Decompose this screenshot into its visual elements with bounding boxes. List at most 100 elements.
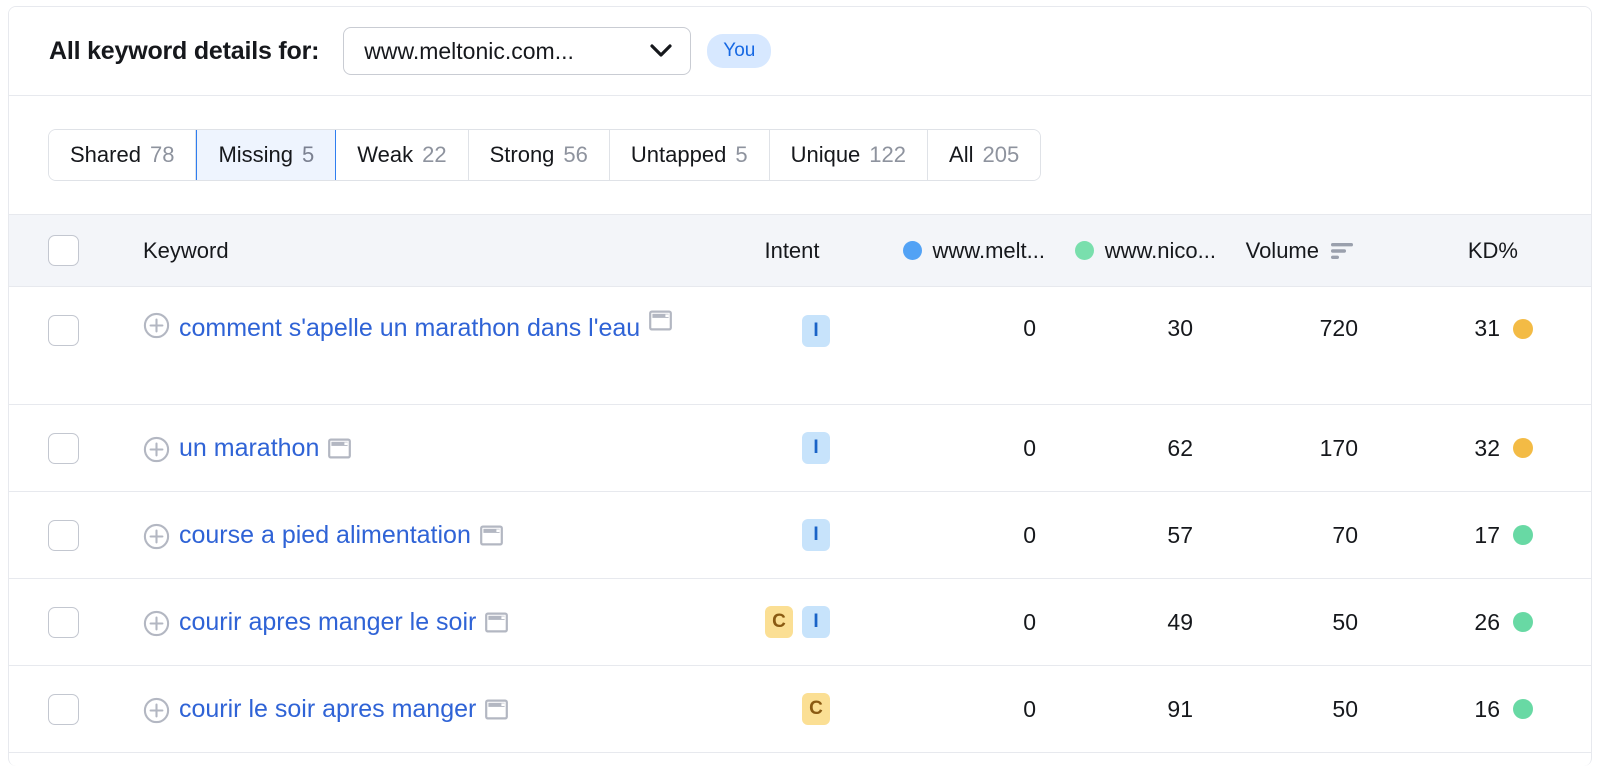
site2-rank-value: 30 <box>1167 315 1193 341</box>
domain-dropdown[interactable]: www.meltonic.com... <box>343 27 692 75</box>
tab-shared-count: 78 <box>149 142 175 167</box>
keyword-cell: course a pied alimentation <box>117 491 742 579</box>
volume-value: 50 <box>1332 608 1358 635</box>
site2-rank-cell: 30 <box>1054 286 1225 405</box>
site2-rank-cell: 62 <box>1054 404 1225 492</box>
site1-rank-value: 0 <box>1023 434 1036 461</box>
serp-feature-icon[interactable] <box>485 698 509 721</box>
intent-badge[interactable]: C <box>765 606 793 638</box>
you-badge[interactable]: You <box>707 34 772 68</box>
keyword-link[interactable]: comment s'apelle un marathon dans l'eau <box>179 309 640 347</box>
site2-color-dot-icon <box>1074 241 1094 260</box>
kd-level-dot-icon <box>1513 699 1533 719</box>
column-header-volume[interactable]: Volume <box>1225 214 1382 287</box>
row-select-cell <box>9 578 117 666</box>
site2-rank-cell: 57 <box>1054 491 1225 579</box>
column-header-kd-label: KD% <box>1467 237 1518 263</box>
intent-cell: I <box>742 286 842 405</box>
kd-cell: 26 <box>1382 578 1591 666</box>
chevron-down-icon <box>650 44 672 57</box>
select-all-header <box>9 214 117 287</box>
content-card: All keyword details for: www.meltonic.co… <box>8 6 1592 766</box>
add-keyword-icon[interactable] <box>143 610 170 637</box>
keyword-gap-panel: All keyword details for: www.meltonic.co… <box>0 0 1600 772</box>
site1-rank-cell: 0 <box>842 404 1054 492</box>
table-body: comment s'apelle un marathon dans l'eau … <box>9 286 1591 753</box>
kd-cell: 31 <box>1382 286 1591 405</box>
row-checkbox[interactable] <box>47 693 79 725</box>
keyword-cell: comment s'apelle un marathon dans l'eau <box>117 286 742 405</box>
add-keyword-icon[interactable] <box>143 436 170 463</box>
volume-cell: 170 <box>1225 404 1382 492</box>
keyword-link[interactable]: course a pied alimentation <box>179 516 471 554</box>
site1-rank-cell: 0 <box>842 491 1054 579</box>
tab-all[interactable]: All 205 <box>928 130 1041 180</box>
site1-rank-value: 0 <box>1023 315 1036 341</box>
tab-strong[interactable]: Strong 56 <box>468 130 610 180</box>
kd-value: 32 <box>1474 434 1500 461</box>
intent-cell: C <box>742 665 842 753</box>
column-header-site2[interactable]: www.nico... <box>1054 214 1225 287</box>
tab-weak[interactable]: Weak 22 <box>336 130 469 180</box>
serp-feature-icon[interactable] <box>649 309 673 332</box>
intent-badge[interactable]: I <box>802 432 830 464</box>
volume-cell: 70 <box>1225 491 1382 579</box>
row-select-cell <box>9 665 117 753</box>
site2-rank-value: 62 <box>1167 434 1193 461</box>
row-checkbox[interactable] <box>47 432 79 464</box>
kd-cell: 17 <box>1382 491 1591 579</box>
sort-descending-icon[interactable] <box>1330 242 1354 260</box>
volume-cell: 50 <box>1225 665 1382 753</box>
row-checkbox[interactable] <box>47 519 79 551</box>
add-keyword-icon[interactable] <box>143 523 170 550</box>
site1-rank-value: 0 <box>1023 521 1036 548</box>
table-row: un marathon I 0 62 170 32 <box>9 404 1591 492</box>
intent-badge[interactable]: I <box>802 315 830 347</box>
site1-rank-cell: 0 <box>842 578 1054 666</box>
site1-rank-cell: 0 <box>842 665 1054 753</box>
kd-value: 17 <box>1474 521 1500 548</box>
column-header-kd[interactable]: KD% <box>1382 214 1591 287</box>
serp-feature-icon[interactable] <box>479 524 503 547</box>
keyword-link[interactable]: un marathon <box>179 429 319 467</box>
domain-dropdown-value: www.meltonic.com... <box>364 37 574 64</box>
tab-weak-count: 22 <box>422 142 447 167</box>
site2-rank-cell: 49 <box>1054 578 1225 666</box>
column-header-site1-label: www.melt... <box>932 237 1045 263</box>
keyword-link[interactable]: courir apres manger le soir <box>179 603 476 641</box>
kd-level-dot-icon <box>1513 612 1533 632</box>
add-keyword-icon[interactable] <box>143 312 170 339</box>
keyword-link[interactable]: courir le soir apres manger <box>179 690 476 728</box>
serp-feature-icon[interactable] <box>328 437 352 460</box>
row-checkbox[interactable] <box>47 606 79 638</box>
table-row: comment s'apelle un marathon dans l'eau … <box>9 286 1591 405</box>
intent-badge[interactable]: C <box>802 693 830 725</box>
column-header-intent[interactable]: Intent <box>742 214 842 287</box>
tab-unique[interactable]: Unique 122 <box>769 130 929 180</box>
site1-rank-cell: 0 <box>842 286 1054 405</box>
table-row: course a pied alimentation I 0 57 70 17 <box>9 491 1591 579</box>
keywords-table: Keyword Intent www.melt... www.nico... V… <box>9 214 1591 753</box>
column-header-site1[interactable]: www.melt... <box>842 214 1054 287</box>
add-keyword-icon[interactable] <box>143 697 170 724</box>
kd-value: 16 <box>1474 695 1500 722</box>
tab-untapped-label: Untapped <box>630 142 727 167</box>
tab-missing[interactable]: Missing 5 <box>196 130 337 180</box>
kd-level-dot-icon <box>1513 318 1533 339</box>
intent-badge[interactable]: I <box>802 606 830 638</box>
tab-untapped[interactable]: Untapped 5 <box>609 130 770 180</box>
select-all-checkbox[interactable] <box>47 235 79 266</box>
tab-weak-label: Weak <box>357 142 414 167</box>
kd-cell: 32 <box>1382 404 1591 492</box>
intent-badge[interactable]: I <box>802 519 830 551</box>
tab-shared[interactable]: Shared 78 <box>49 130 197 180</box>
serp-feature-icon[interactable] <box>485 611 509 634</box>
keyword-cell: un marathon <box>117 404 742 492</box>
tab-missing-label: Missing <box>218 142 294 167</box>
kd-value: 26 <box>1474 608 1500 635</box>
volume-value: 50 <box>1332 695 1358 722</box>
site2-rank-value: 57 <box>1167 521 1193 548</box>
column-header-keyword[interactable]: Keyword <box>117 214 742 287</box>
volume-cell: 50 <box>1225 578 1382 666</box>
row-checkbox[interactable] <box>47 315 79 346</box>
